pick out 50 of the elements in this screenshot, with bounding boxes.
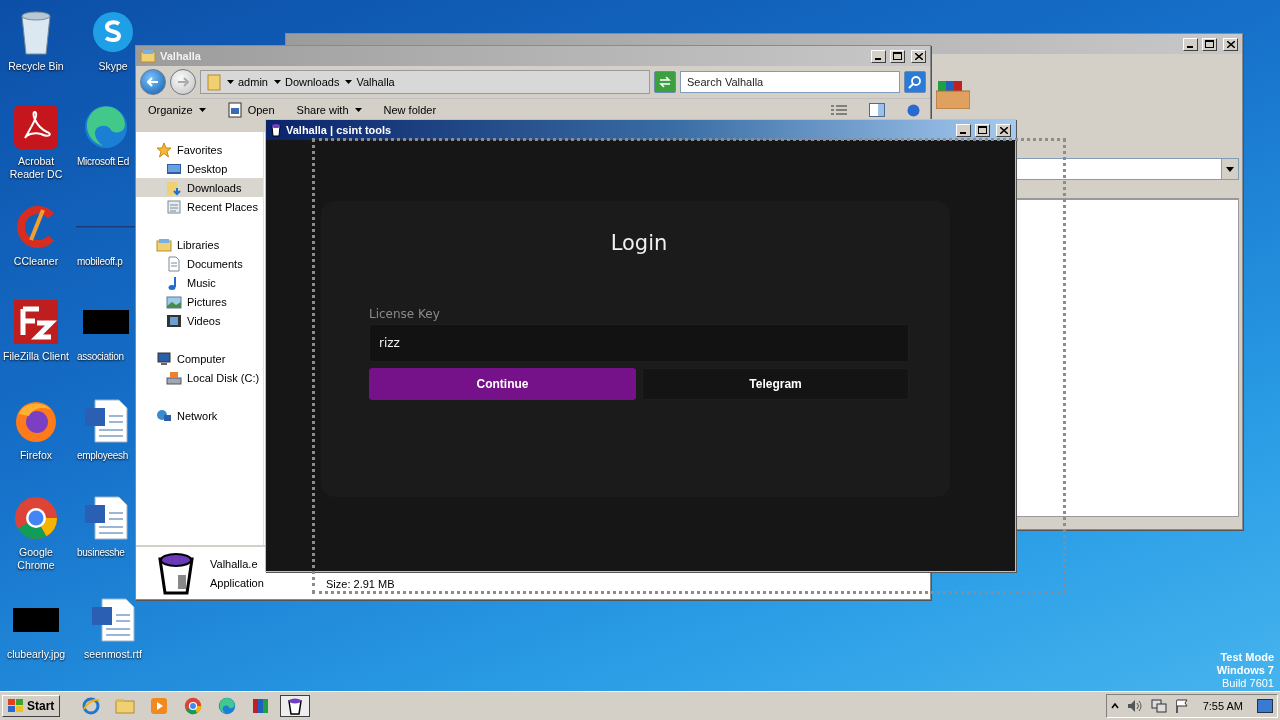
desktop-icon-label[interactable]: businesshe [77,546,125,559]
clock[interactable]: 7:55 AM [1202,700,1243,712]
breadcrumb[interactable]: Downloads [273,76,340,88]
nav-item[interactable]: Local Disk (C:) [136,368,263,387]
desktop-icon-label[interactable]: Skype [98,60,128,73]
desktop-icon-label[interactable]: Acrobat Reader DC [0,155,72,181]
toolbar-button[interactable]: New folder [383,104,437,116]
address-bar[interactable]: admin Downloads Valhalla [200,70,650,94]
toolbar-button[interactable]: Share with [296,104,362,116]
desktop-icon-label[interactable]: association [77,350,124,363]
desktop-icon-label[interactable]: employeesh [77,449,128,462]
desktop-icon-label[interactable]: Recycle Bin [8,60,64,73]
nav-item[interactable]: Documents [136,254,263,273]
file-type: Application [210,576,264,589]
desktop-icon-label[interactable]: Google Chrome [0,546,72,572]
system-notice-text: Test Mode [1220,651,1274,664]
breadcrumb[interactable]: admin [227,76,268,88]
login-heading: Login [609,231,669,255]
nav-item[interactable]: Recent Places [136,197,263,216]
desktop-icon-label[interactable]: seenmost.rtf [84,648,142,661]
field-label: License Key [369,307,440,321]
nav-item[interactable]: Libraries [136,235,263,254]
search-field[interactable]: Search Valhalla [680,71,900,93]
system-notice-text: Build 7601 [1222,677,1274,690]
desktop-icon-label[interactable]: FileZilla Client [3,350,69,363]
desktop-icon-label[interactable]: Microsoft Ed [77,155,129,168]
nav-item[interactable]: Favorites [136,140,263,159]
nav-item[interactable]: Desktop [136,159,263,178]
desktop-icon-label[interactable]: CCleaner [13,255,59,268]
file-name: Valhalla.e [210,557,259,570]
start-button[interactable]: Start [2,695,61,717]
nav-item[interactable]: Downloads [136,178,263,197]
desktop-icon-label[interactable]: mobileoff.p [77,255,123,268]
desktop-icon-label[interactable]: clubearly.jpg [6,648,66,661]
desktop-icon-label[interactable]: Firefox [19,449,53,462]
license-key-field[interactable]: rizz [369,324,909,362]
nav-item[interactable]: Computer [136,349,263,368]
continue-button[interactable]: Continue [369,368,636,400]
breadcrumb[interactable]: Valhalla [345,76,395,88]
window-title: Valhalla | csint tools [286,124,393,136]
secondary-button[interactable]: Telegram [642,368,909,400]
file-size: Size: 2.91 MB [326,578,395,590]
nav-item[interactable]: Videos [136,311,263,330]
toolbar-button[interactable]: Organize [148,104,206,116]
nav-item[interactable]: Pictures [136,292,263,311]
system-notice-text: Windows 7 [1216,664,1274,677]
nav-item[interactable]: Music [136,273,263,292]
window-title: Valhalla [160,50,202,62]
nav-item[interactable]: Network [136,406,263,425]
toolbar-button[interactable]: Open [227,102,275,118]
